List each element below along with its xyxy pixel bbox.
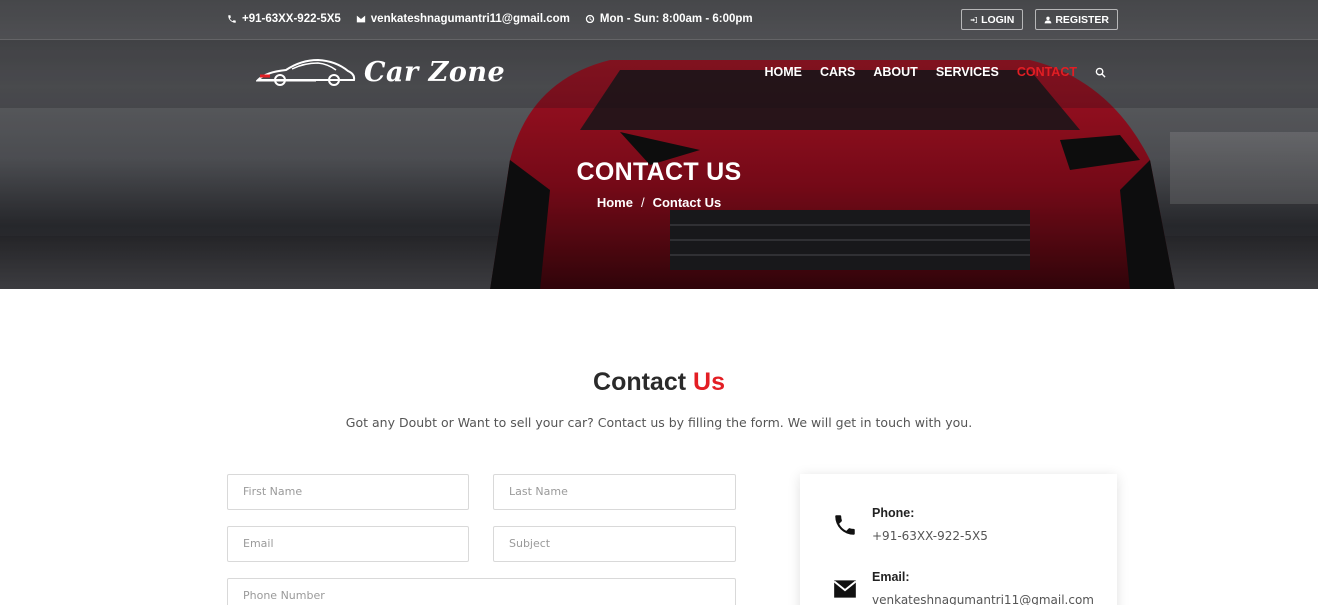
- nav-home[interactable]: HOME: [764, 65, 802, 79]
- contact-phone: Phone: +91-63XX-922-5X5: [832, 506, 988, 543]
- phone-icon: [835, 515, 855, 535]
- nav-cars[interactable]: CARS: [820, 65, 855, 79]
- page-title: CONTACT US: [576, 158, 742, 186]
- section-subtitle: Got any Doubt or Want to sell your car? …: [345, 415, 973, 430]
- clock-icon: [585, 14, 595, 24]
- nav-about[interactable]: ABOUT: [873, 65, 917, 79]
- search-icon[interactable]: [1095, 67, 1106, 78]
- nav-contact[interactable]: CONTACT: [1017, 65, 1077, 79]
- first-name-input[interactable]: First Name: [227, 474, 469, 510]
- user-icon: [1044, 16, 1052, 23]
- phone-number-input[interactable]: Phone Number: [227, 578, 736, 605]
- hero-banner: +91-63XX-922-5X5 venkateshnagumantri11@g…: [0, 0, 1318, 289]
- topbar-hours: Mon - Sun: 8:00am - 6:00pm: [585, 13, 753, 25]
- section-title: Contact Us: [593, 368, 725, 396]
- contact-info-card: Phone: +91-63XX-922-5X5 Email: venkatesh…: [800, 474, 1117, 605]
- register-button[interactable]: REGISTER: [1035, 9, 1118, 30]
- phone-icon: [228, 15, 236, 23]
- topbar-email: venkateshnagumantri11@gmail.com: [356, 13, 570, 25]
- topbar-phone: +91-63XX-922-5X5: [227, 13, 341, 25]
- top-info-bar: +91-63XX-922-5X5 venkateshnagumantri11@g…: [0, 0, 1318, 40]
- email-input[interactable]: Email: [227, 526, 469, 562]
- brand-logo[interactable]: Car Zone: [256, 54, 505, 90]
- breadcrumb: Home / Contact Us: [596, 195, 722, 210]
- car-logo-icon: [256, 58, 356, 86]
- envelope-icon: [833, 580, 857, 598]
- contact-email: Email: venkateshnagumantri11@gmail.com: [832, 570, 1094, 605]
- breadcrumb-current: Contact Us: [652, 195, 722, 210]
- main-navbar: Car Zone HOME CARS ABOUT SERVICES CONTAC…: [0, 40, 1318, 108]
- last-name-input[interactable]: Last Name: [493, 474, 736, 510]
- login-button[interactable]: LOGIN: [961, 9, 1024, 30]
- breadcrumb-home[interactable]: Home: [597, 195, 633, 210]
- nav-menu: HOME CARS ABOUT SERVICES CONTACT: [764, 65, 1106, 79]
- nav-services[interactable]: SERVICES: [936, 65, 999, 79]
- sign-in-icon: [970, 16, 978, 23]
- subject-input[interactable]: Subject: [493, 526, 736, 562]
- envelope-icon: [356, 15, 365, 23]
